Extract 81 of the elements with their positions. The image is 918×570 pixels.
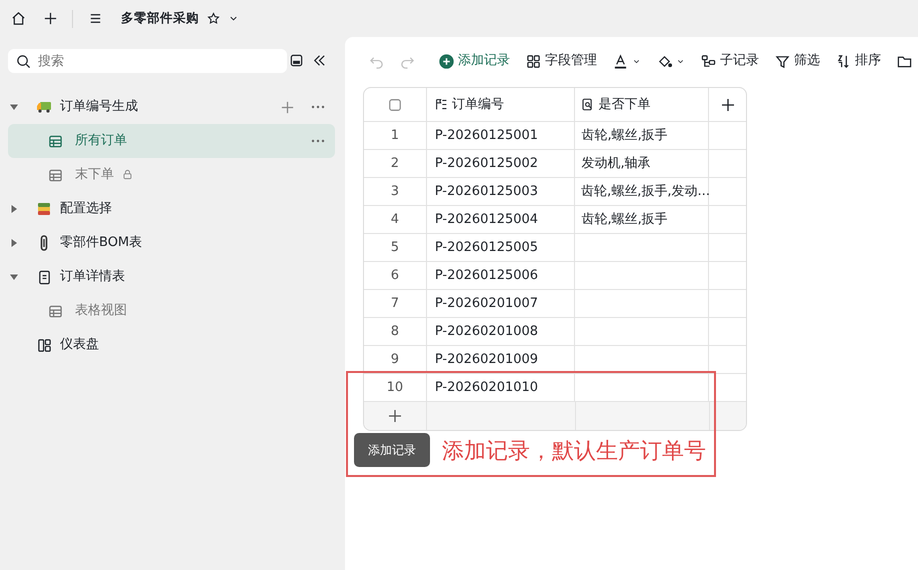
flag-list-icon: [434, 98, 448, 111]
sidebar-item[interactable]: 订单详情表: [8, 260, 335, 294]
star-icon[interactable]: [207, 12, 220, 25]
item-label: 所有订单: [75, 132, 127, 150]
table-cell: P-20260125006: [426, 262, 576, 289]
toolbar-button[interactable]: 排序: [830, 47, 887, 75]
table-cell: P-20260125003: [426, 178, 576, 205]
column-header[interactable]: 订单编号: [426, 88, 576, 121]
row-number: 10: [364, 374, 427, 401]
caret-icon[interactable]: [10, 239, 18, 247]
item-label: 配置选择: [60, 200, 112, 218]
sidebar-item[interactable]: 所有订单: [8, 124, 335, 158]
hierarchy-icon: [701, 54, 716, 68]
table-icon: [48, 304, 63, 318]
annotation-text: 添加记录，默认生产订单号: [442, 438, 706, 466]
item-label: 表格视图: [75, 302, 127, 320]
lock-icon: [122, 169, 133, 180]
table-cell: P-20260201008: [426, 318, 576, 345]
stack-icon: [37, 202, 51, 216]
panel-icon[interactable]: [289, 53, 304, 68]
sidebar-item[interactable]: 零部件BOM表: [8, 226, 335, 260]
table-cell: P-20260201007: [426, 290, 576, 317]
table-cell: P-20260125001: [426, 122, 576, 149]
row-number: 4: [364, 206, 427, 233]
more-icon[interactable]: [311, 105, 325, 109]
toolbar-button[interactable]: 筛选: [769, 47, 826, 75]
item-label: 订单详情表: [60, 268, 125, 286]
row-number: 9: [364, 346, 427, 373]
add-row-icon[interactable]: [387, 408, 403, 424]
document-icon: [36, 270, 52, 284]
add-icon: [439, 54, 454, 68]
sort-icon: [836, 54, 851, 68]
add-column-icon[interactable]: [720, 96, 736, 112]
table-icon: [48, 168, 63, 182]
caret-icon[interactable]: [10, 205, 18, 213]
filter-icon: [775, 54, 790, 68]
row-number: 7: [364, 290, 427, 317]
paint-bucket-icon: [657, 54, 672, 68]
row-number: 1: [364, 122, 427, 149]
sidebar-item[interactable]: 末下单: [8, 158, 335, 192]
collapse-icon[interactable]: [312, 53, 327, 68]
search-icon: [16, 54, 31, 69]
home-icon[interactable]: [10, 11, 26, 26]
lookup-icon: [581, 98, 594, 111]
item-label: 末下单: [75, 166, 114, 184]
add-icon[interactable]: [42, 11, 58, 26]
tooltip: 添加记录: [354, 433, 430, 467]
item-label: 零部件BOM表: [60, 234, 142, 252]
table-icon: [48, 134, 63, 148]
caret-icon[interactable]: [10, 273, 18, 281]
column-header[interactable]: 是否下单: [575, 88, 710, 121]
item-label: 订单编号生成: [60, 98, 138, 116]
text-color-icon: [613, 54, 628, 68]
toolbar-button[interactable]: 子记录: [695, 47, 765, 75]
sidebar-item[interactable]: 仪表盘: [8, 328, 335, 362]
caret-icon[interactable]: [10, 103, 18, 111]
sidebar-item[interactable]: 配置选择: [8, 192, 335, 226]
document-title: 多零部件采购: [121, 9, 199, 28]
table-cell: P-20260125002: [426, 150, 576, 177]
item-label: 仪表盘: [60, 336, 99, 354]
folder-icon: [897, 54, 912, 68]
row-number: 6: [364, 262, 427, 289]
toolbar-button[interactable]: 添加记录: [433, 47, 516, 75]
row-number: 2: [364, 150, 427, 177]
row-number: 5: [364, 234, 427, 261]
table-cell: P-20260201010: [426, 374, 576, 401]
table-cell: P-20260125005: [426, 234, 576, 261]
grid-icon: [526, 54, 541, 68]
search-field[interactable]: 搜索: [8, 49, 287, 73]
row-number: 3: [364, 178, 427, 205]
more-icon[interactable]: [311, 139, 325, 143]
sidebar-item[interactable]: 订单编号生成: [8, 90, 335, 124]
toolbar-button[interactable]: 字段管理: [520, 47, 603, 75]
row-number: 8: [364, 318, 427, 345]
table-cell: P-20260201009: [426, 346, 576, 373]
table-cell: P-20260125004: [426, 206, 576, 233]
paperclip-icon: [40, 235, 48, 251]
truck-icon: [36, 100, 52, 114]
dashboard-icon: [36, 338, 52, 352]
checkbox[interactable]: [388, 98, 402, 112]
sidebar-item[interactable]: 表格视图: [8, 294, 335, 328]
